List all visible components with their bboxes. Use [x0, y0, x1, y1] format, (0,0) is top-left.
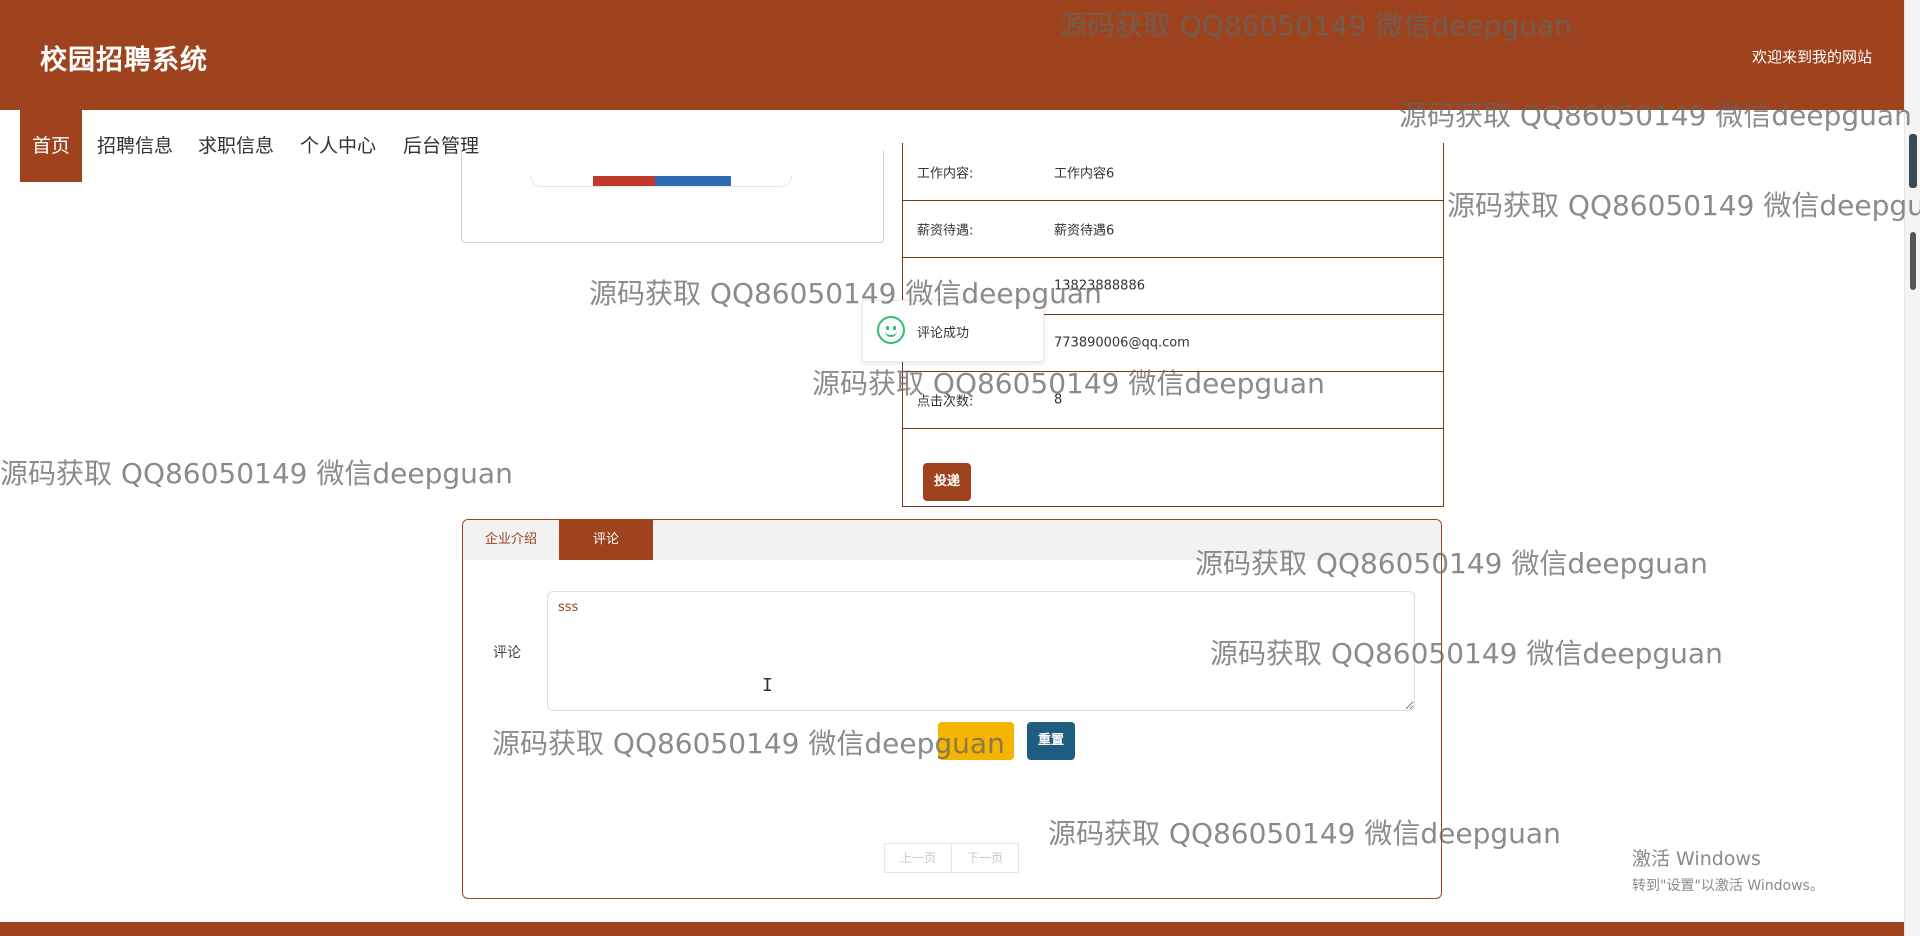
comment-label: 评论	[493, 645, 521, 661]
activation-title: 激活 Windows	[1632, 848, 1761, 870]
detail-value: 8	[1054, 392, 1063, 407]
detail-row-salary: 薪资待遇: 薪资待遇6	[903, 200, 1443, 258]
nav-item-jobs[interactable]: 招聘信息	[92, 110, 178, 182]
detail-key: 点击次数:	[917, 394, 974, 409]
deliver-button[interactable]: 投递	[923, 463, 971, 501]
detail-value: 薪资待遇6	[1054, 223, 1115, 238]
detail-row-clicks: 点击次数: 8	[903, 371, 1443, 429]
next-page-button[interactable]: 下一页	[951, 843, 1019, 873]
submit-button[interactable]	[938, 722, 1014, 760]
detail-key: 工作内容:	[917, 166, 974, 181]
detail-row-actions	[903, 428, 1443, 507]
pagination: 上一页 下一页	[884, 843, 1019, 873]
site-title[interactable]: 校园招聘系统	[40, 38, 208, 77]
prev-page-button[interactable]: 上一页	[884, 843, 952, 873]
text-cursor-icon: I	[762, 675, 773, 696]
tab-bar: 企业介绍 评论	[463, 520, 1441, 560]
detail-value: 13823888886	[1054, 278, 1145, 293]
watermark-text: 源码获取 QQ86050149 微信deepguan	[1447, 189, 1920, 222]
nav-item-home[interactable]: 首页	[20, 110, 82, 182]
detail-row-content: 工作内容: 工作内容6	[903, 143, 1443, 201]
welcome-text: 欢迎来到我的网站	[1751, 48, 1872, 66]
watermark-text: 源码获取 QQ86050149 微信deepguan	[0, 457, 513, 490]
scroll-thumb[interactable]	[1910, 232, 1916, 290]
tab-company-intro[interactable]: 企业介绍	[463, 520, 559, 560]
activation-hint: 转到"设置"以激活 Windows。	[1632, 878, 1824, 894]
tab-comments[interactable]: 评论	[559, 520, 653, 560]
company-image	[530, 176, 792, 187]
vertical-scrollbar[interactable]	[1904, 0, 1920, 936]
site-footer	[0, 922, 1904, 936]
windows-activation-notice: 激活 Windows 转到"设置"以激活 Windows。	[1632, 844, 1824, 895]
comment-textarea[interactable]	[547, 591, 1415, 711]
nav-item-job-seeking[interactable]: 求职信息	[193, 110, 279, 182]
smile-icon	[877, 316, 905, 344]
detail-key: 薪资待遇:	[917, 223, 974, 238]
scroll-indicator	[1909, 134, 1917, 188]
reset-button[interactable]: 重置	[1027, 722, 1075, 760]
site-header: 校园招聘系统 欢迎来到我的网站	[0, 0, 1904, 110]
detail-value: 773890006@qq.com	[1054, 335, 1190, 350]
tab-panel: 企业介绍 评论 评论 I 重置 上一页 下一页	[462, 519, 1442, 899]
company-image-card	[461, 150, 884, 243]
detail-value: 工作内容6	[1054, 166, 1115, 181]
nav-item-personal-center[interactable]: 个人中心	[295, 110, 381, 182]
success-toast: 评论成功	[862, 300, 1044, 362]
toast-message: 评论成功	[917, 326, 970, 341]
